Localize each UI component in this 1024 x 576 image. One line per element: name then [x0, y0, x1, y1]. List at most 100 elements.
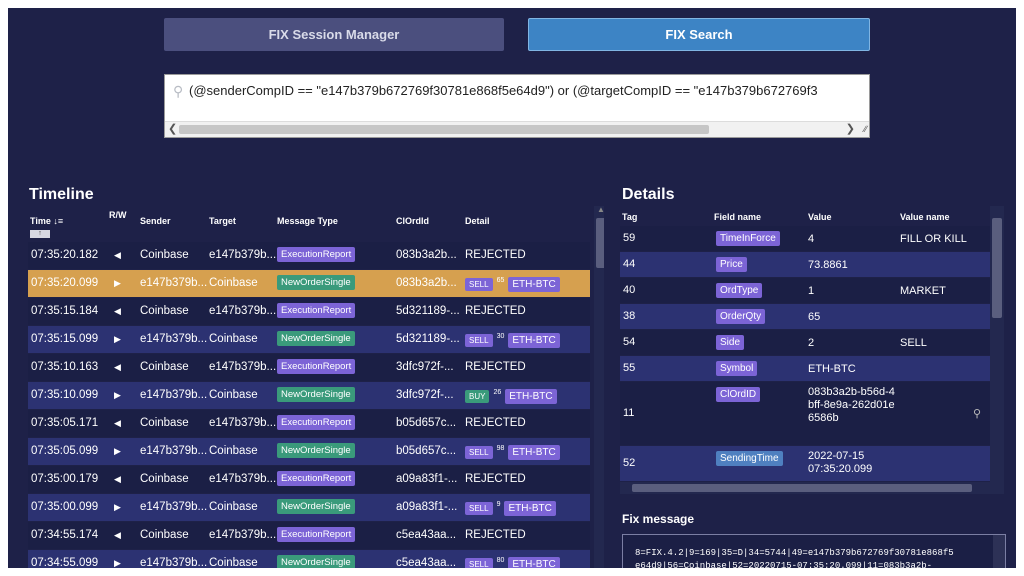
field-name-badge: Price [716, 257, 747, 272]
details-hscroll-thumb[interactable] [632, 484, 972, 492]
scroll-up-icon[interactable]: ▲ [597, 206, 604, 214]
cell-target: e147b379b... [209, 417, 277, 429]
column-detail[interactable]: Detail [465, 216, 490, 226]
timeline-row[interactable]: 07:35:15.099 ▶ e147b379b... Coinbase NewOrde… [28, 326, 590, 354]
search-icon[interactable]: ⚲ [973, 407, 981, 420]
detail-badges: BUY 26 ETH-BTC [465, 389, 557, 404]
column-message-type[interactable]: Message Type [277, 216, 338, 226]
side-badge: SELL [465, 502, 493, 515]
column-sender[interactable]: Sender [140, 216, 171, 226]
details-horizontal-scrollbar[interactable] [620, 482, 1004, 494]
outgoing-arrow-icon: ▶ [114, 502, 121, 512]
search-scroll-thumb[interactable] [179, 125, 709, 134]
cell-sender: Coinbase [140, 305, 189, 317]
search-icon: ⚲ [173, 83, 184, 99]
detail-badges: SELL 9 ETH-BTC [465, 501, 556, 516]
message-type-badge: NewOrderSingle [277, 275, 355, 290]
field-name-badge: ClOrdID [716, 387, 761, 402]
cell-target: e147b379b... [209, 249, 277, 261]
timeline-table: Time ↓≡ R/W Sender Target Message Type C… [28, 206, 604, 568]
timeline-row[interactable]: 07:35:20.182 ◀ Coinbase e147b379b... Executi… [28, 242, 590, 270]
details-header: Tag Field name Value Value name [620, 206, 990, 226]
detail-badges: SELL 98 ETH-BTC [465, 445, 560, 460]
timeline-scroll-thumb[interactable] [596, 218, 604, 268]
details-row[interactable]: 40 OrdType 1 MARKET [620, 278, 990, 304]
sort-up-icon[interactable]: ↑ [30, 230, 50, 238]
search-horizontal-scrollbar[interactable]: ❮ ❯ ∕∕ [165, 121, 869, 137]
fix-session-manager-button[interactable]: FIX Session Manager [164, 18, 504, 51]
resize-grip-icon[interactable]: ∕∕ [864, 122, 867, 137]
timeline-row[interactable]: 07:34:55.174 ◀ Coinbase e147b379b... Executi… [28, 522, 590, 550]
column-field-name[interactable]: Field name [714, 212, 761, 222]
timeline-row[interactable]: 07:34:55.099 ▶ e147b379b... Coinbase NewOrde… [28, 550, 590, 568]
details-vertical-scrollbar[interactable] [990, 206, 1004, 482]
quantity: 9 [496, 501, 501, 508]
cell-sender: Coinbase [140, 473, 189, 485]
details-row[interactable]: 38 OrderQty 65 [620, 304, 990, 330]
details-vscroll-thumb[interactable] [992, 218, 1002, 318]
message-type-badge: NewOrderSingle [277, 443, 355, 458]
cell-value: 73.8861 [808, 259, 848, 271]
symbol-badge: ETH-BTC [508, 333, 560, 348]
fix-message-line: e64d9|56=Coinbase|52=20220715-07:35:20.0… [635, 561, 933, 568]
message-type-badge: NewOrderSingle [277, 555, 355, 568]
cell-value-name: MARKET [900, 285, 946, 297]
timeline-row[interactable]: 07:35:10.163 ◀ Coinbase e147b379b... Executi… [28, 354, 590, 382]
column-target[interactable]: Target [209, 216, 236, 226]
cell-clordid: b05d657c... [396, 445, 457, 457]
search-query-text[interactable]: (@senderCompID == "e147b379b672769f30781… [189, 83, 818, 98]
timeline-row[interactable]: 07:35:20.099 ▶ e147b379b... Coinbase NewOrde… [28, 270, 590, 298]
timeline-row[interactable]: 07:35:00.099 ▶ e147b379b... Coinbase NewOrde… [28, 494, 590, 522]
incoming-arrow-icon: ◀ [114, 306, 121, 316]
cell-target: e147b379b... [209, 473, 277, 485]
details-row[interactable]: 52 SendingTime 2022-07-15 07:35:20.099 [620, 446, 990, 482]
timeline-row[interactable]: 07:35:10.099 ▶ e147b379b... Coinbase NewOrde… [28, 382, 590, 410]
cell-time: 07:35:05.099 [31, 445, 99, 457]
cell-target: e147b379b... [209, 529, 277, 541]
cell-value: 2022-07-15 07:35:20.099 [808, 450, 873, 475]
cell-sender: Coinbase [140, 361, 189, 373]
detail-status: REJECTED [465, 529, 526, 541]
outgoing-arrow-icon: ▶ [114, 558, 121, 568]
timeline-row[interactable]: 07:35:05.099 ▶ e147b379b... Coinbase NewOrde… [28, 438, 590, 466]
cell-tag: 40 [623, 284, 636, 296]
cell-sender: Coinbase [140, 417, 189, 429]
cell-tag: 59 [623, 232, 636, 244]
details-row[interactable]: 59 TimeInForce 4 FILL OR KILL [620, 226, 990, 252]
timeline-header: Time ↓≡ R/W Sender Target Message Type C… [28, 206, 592, 240]
side-badge: BUY [465, 390, 490, 403]
details-row[interactable]: 44 Price 73.8861 [620, 252, 990, 278]
scroll-right-icon[interactable]: ❯ [846, 122, 855, 137]
column-rw[interactable]: R/W [109, 210, 127, 220]
field-name-badge: OrderQty [716, 309, 766, 324]
details-row[interactable]: 54 Side 2 SELL [620, 330, 990, 356]
timeline-scrollbar[interactable]: ▲ [594, 206, 604, 568]
timeline-row[interactable]: 07:35:05.171 ◀ Coinbase e147b379b... Executi… [28, 410, 590, 438]
fix-message-title: Fix message [622, 512, 695, 526]
column-time[interactable]: Time ↓≡ [30, 216, 63, 226]
column-tag[interactable]: Tag [622, 212, 637, 222]
cell-tag: 44 [623, 258, 636, 270]
column-value[interactable]: Value [808, 212, 832, 222]
cell-sender: e147b379b... [140, 501, 208, 513]
quantity: 26 [493, 389, 502, 396]
search-query-input[interactable]: ⚲ (@senderCompID == "e147b379b672769f307… [164, 74, 870, 138]
cell-sender: Coinbase [140, 529, 189, 541]
column-clordid[interactable]: ClOrdId [396, 216, 429, 226]
fix-search-button[interactable]: FIX Search [528, 18, 870, 51]
detail-status: REJECTED [465, 417, 526, 429]
fix-message-scrollbar[interactable] [993, 535, 1005, 568]
cell-target: Coinbase [209, 445, 258, 457]
cell-value-name: SELL [900, 337, 927, 349]
incoming-arrow-icon: ◀ [114, 530, 121, 540]
cell-time: 07:35:20.182 [31, 249, 99, 261]
cell-value: 083b3a2b-b56d-4bff-8e9a-262d01e6586b [808, 386, 895, 424]
fix-message-box[interactable]: 8=FIX.4.2|9=169|35=D|34=5744|49=e147b379… [622, 534, 1006, 568]
timeline-row[interactable]: 07:35:15.184 ◀ Coinbase e147b379b... Executi… [28, 298, 590, 326]
message-type-badge: NewOrderSingle [277, 331, 355, 346]
details-row[interactable]: 11 ClOrdID 083b3a2b-b56d-4bff-8e9a-262d01e… [620, 382, 990, 446]
timeline-row[interactable]: 07:35:00.179 ◀ Coinbase e147b379b... Executi… [28, 466, 590, 494]
column-value-name[interactable]: Value name [900, 212, 950, 222]
details-row[interactable]: 55 Symbol ETH-BTC [620, 356, 990, 382]
scroll-left-icon[interactable]: ❮ [168, 122, 177, 137]
